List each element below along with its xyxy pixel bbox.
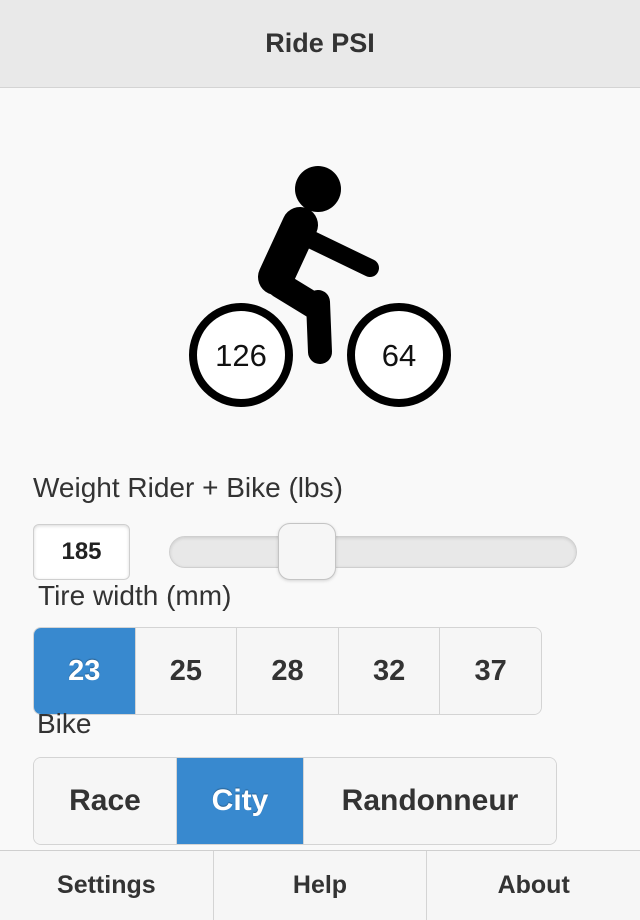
bike-option-randonneur[interactable]: Randonneur xyxy=(303,758,556,844)
weight-label: Weight Rider + Bike (lbs) xyxy=(33,472,343,503)
rider-arm xyxy=(303,231,379,277)
tire-width-option-23[interactable]: 23 xyxy=(34,628,135,714)
app-header: Ride PSI xyxy=(0,0,640,88)
bike-option-race[interactable]: Race xyxy=(34,758,176,844)
weight-slider-track[interactable] xyxy=(169,536,577,568)
tire-width-label: Tire width (mm) xyxy=(38,580,232,611)
page-title: Ride PSI xyxy=(265,28,375,58)
help-tab[interactable]: Help xyxy=(212,851,427,920)
settings-tab[interactable]: Settings xyxy=(0,851,213,920)
about-tab[interactable]: About xyxy=(426,851,640,920)
tire-width-option-37[interactable]: 37 xyxy=(439,628,541,714)
rider-torso xyxy=(258,207,318,295)
tire-width-option-25[interactable]: 25 xyxy=(134,628,237,714)
tire-width-option-32[interactable]: 32 xyxy=(337,628,440,714)
bike-option-city[interactable]: City xyxy=(176,758,303,844)
front-pressure: 64 xyxy=(382,338,416,373)
tire-width-selector: 23 25 28 32 37 xyxy=(33,627,542,715)
rear-pressure: 126 xyxy=(215,338,267,373)
weight-slider-handle[interactable] xyxy=(278,523,336,580)
rider-shin xyxy=(306,290,332,364)
bike-type-selector: Race City Randonneur xyxy=(33,757,557,845)
rider-head xyxy=(295,166,341,212)
bike-label: Bike xyxy=(37,708,92,739)
weight-input[interactable] xyxy=(33,524,130,580)
footer-tab-bar: Settings Help About xyxy=(0,850,640,920)
cyclist-illustration: 126 64 xyxy=(0,88,640,428)
cyclist-icon: 126 64 xyxy=(189,166,451,407)
tire-width-option-28[interactable]: 28 xyxy=(236,628,338,714)
